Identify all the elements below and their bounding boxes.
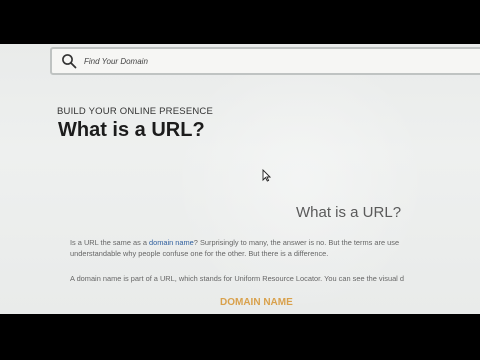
mouse-cursor-icon: [262, 168, 272, 187]
eyebrow-text: BUILD YOUR ONLINE PRESENCE: [57, 106, 214, 117]
diagram-label-domain-name: DOMAIN NAME: [220, 297, 293, 308]
browser-viewport: BUILD YOUR ONLINE PRESENCE What is a URL…: [0, 44, 480, 314]
intro-paragraph-continued: understandable why people confuse one fo…: [70, 249, 329, 258]
definition-paragraph: A domain name is part of a URL, which st…: [70, 274, 404, 283]
domain-search-bar[interactable]: [50, 47, 480, 75]
section-title: What is a URL?: [296, 204, 402, 221]
intro-text-end: ? Surprisingly to many, the answer is no…: [193, 238, 400, 247]
domain-name-link[interactable]: domain name: [149, 238, 194, 247]
page-title: What is a URL?: [58, 119, 205, 141]
intro-text-start: Is a URL the same as a: [70, 238, 150, 247]
intro-paragraph: Is a URL the same as a domain name? Surp…: [70, 238, 399, 247]
search-icon[interactable]: [58, 50, 80, 72]
search-input[interactable]: [84, 56, 464, 66]
